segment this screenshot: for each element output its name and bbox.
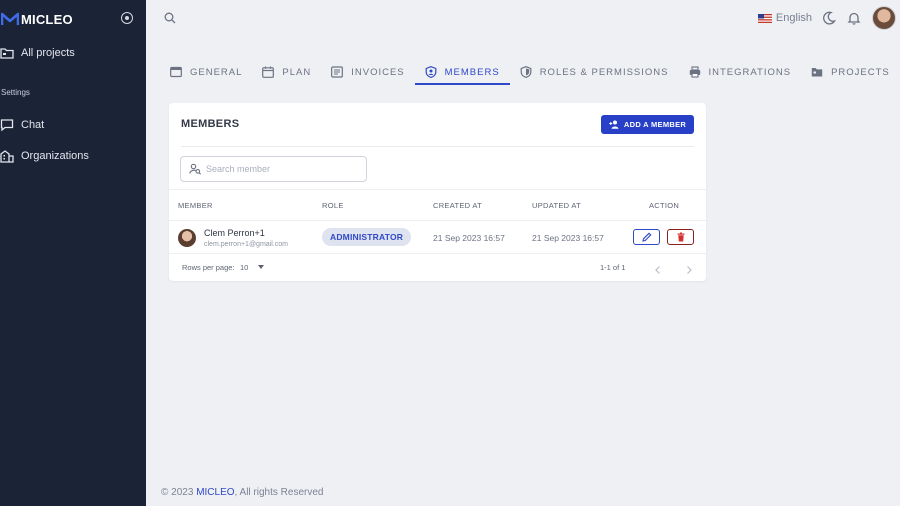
tab-projects[interactable]: PROJECTS	[811, 60, 890, 84]
table-header: MEMBER ROLE CREATED AT UPDATED AT ACTION	[169, 189, 706, 221]
tab-label: INVOICES	[351, 66, 405, 78]
search-icon[interactable]	[164, 12, 176, 24]
chat-icon	[0, 119, 14, 132]
tab-label: ROLES & PERMISSIONS	[539, 66, 669, 78]
sidebar-item-all-projects[interactable]: All projects	[0, 44, 146, 62]
sidebar-item-label: Chat	[21, 119, 45, 131]
column-header-action: ACTION	[649, 201, 680, 210]
brand-name: MICLEO	[21, 11, 73, 27]
footer-brand-link[interactable]: MICLEO	[196, 487, 234, 498]
tab-members[interactable]: MEMBERS	[414, 60, 510, 85]
column-header-updated-at: UPDATED AT	[532, 201, 581, 210]
sidebar: MICLEO All projects Settings Chat Organi…	[0, 0, 146, 506]
footer-rights: , All rights Reserved	[234, 487, 324, 498]
user-avatar[interactable]	[872, 6, 896, 30]
language-selector[interactable]: English	[776, 12, 812, 24]
tab-integrations[interactable]: INTEGRATIONS	[689, 60, 792, 84]
updated-at-cell: 21 Sep 2023 16:57	[532, 233, 604, 243]
tab-invoices[interactable]: INVOICES	[331, 60, 404, 84]
tab-label: MEMBERS	[444, 66, 500, 78]
rows-per-page-label: Rows per page:	[182, 263, 235, 272]
sidebar-collapse-toggle-icon[interactable]	[121, 12, 133, 24]
sidebar-item-label: Organizations	[21, 150, 89, 162]
card-title: MEMBERS	[181, 118, 240, 130]
add-user-icon	[609, 120, 619, 129]
brand[interactable]: MICLEO	[0, 10, 146, 28]
tab-label: PLAN	[282, 66, 312, 78]
chevron-down-icon[interactable]	[258, 265, 264, 269]
previous-page-button[interactable]	[653, 262, 663, 274]
edit-member-button[interactable]	[633, 229, 660, 245]
user-shield-icon	[425, 66, 437, 78]
add-member-button[interactable]: ADD A MEMBER	[601, 115, 694, 134]
tab-general[interactable]: GENERAL	[170, 60, 242, 84]
chevron-left-icon	[655, 266, 660, 274]
settings-tabs: GENERAL PLAN INVOICES MEMBERS ROLES & PE…	[170, 60, 900, 85]
invoice-icon	[331, 66, 344, 78]
rows-per-page-select[interactable]: 10	[240, 263, 248, 272]
chevron-right-icon	[687, 266, 692, 274]
page-footer: © 2023 MICLEO, All rights Reserved	[161, 487, 323, 498]
tab-label: INTEGRATIONS	[708, 66, 792, 78]
member-name: Clem Perron+1	[204, 228, 265, 238]
role-badge: ADMINISTRATOR	[322, 228, 412, 246]
members-card: MEMBERS ADD A MEMBER MEMBER ROLE CREATED…	[169, 103, 706, 281]
tab-label: GENERAL	[190, 66, 243, 78]
pagination-range: 1-1 of 1	[600, 263, 626, 272]
add-member-label: ADD A MEMBER	[623, 120, 687, 129]
folder-icon	[0, 48, 14, 59]
folder-icon	[811, 68, 823, 77]
tab-label: PROJECTS	[831, 66, 890, 78]
calendar-icon	[262, 66, 275, 78]
divider	[181, 146, 694, 147]
sidebar-item-organizations[interactable]: Organizations	[0, 147, 146, 165]
user-search-icon	[189, 163, 201, 175]
column-header-created-at: CREATED AT	[433, 201, 482, 210]
topbar-actions: English	[757, 6, 896, 30]
building-icon	[0, 150, 14, 163]
search-member-input[interactable]	[206, 164, 356, 174]
delete-member-button[interactable]	[667, 229, 694, 245]
search-member-field[interactable]	[180, 156, 367, 182]
sidebar-item-label: All projects	[21, 47, 75, 59]
micleo-logo-icon	[1, 12, 19, 25]
sidebar-item-chat[interactable]: Chat	[0, 116, 146, 134]
table-pagination: Rows per page: 10 1-1 of 1	[169, 254, 706, 281]
tab-roles-permissions[interactable]: ROLES & PERMISSIONS	[520, 60, 669, 84]
column-header-member: MEMBER	[178, 201, 213, 210]
pencil-icon	[641, 232, 651, 242]
member-email: clem.perron+1@gmail.com	[204, 241, 288, 248]
table-row: Clem Perron+1 clem.perron+1@gmail.com AD…	[169, 221, 706, 254]
column-header-role: ROLE	[322, 201, 344, 210]
bell-icon[interactable]	[847, 11, 861, 25]
created-at-cell: 21 Sep 2023 16:57	[433, 233, 505, 243]
sidebar-section-settings: Settings	[1, 88, 30, 97]
moon-icon[interactable]	[822, 11, 836, 25]
card-icon	[170, 66, 182, 78]
trash-icon	[677, 232, 684, 242]
tab-plan[interactable]: PLAN	[262, 60, 311, 84]
printer-icon	[689, 66, 700, 78]
shield-icon	[520, 66, 532, 78]
next-page-button[interactable]	[684, 262, 694, 274]
member-avatar	[178, 229, 196, 247]
footer-copyright: © 2023	[161, 487, 194, 498]
us-flag-icon	[757, 13, 772, 23]
